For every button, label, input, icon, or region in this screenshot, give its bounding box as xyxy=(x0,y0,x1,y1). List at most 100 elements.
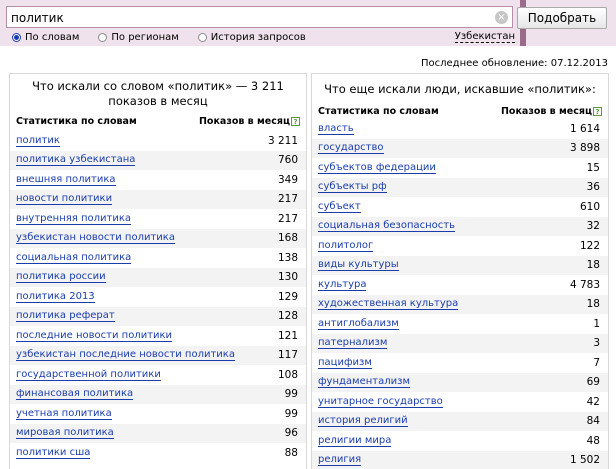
keyword-link[interactable]: религия xyxy=(318,454,362,467)
radio-icon[interactable] xyxy=(197,33,207,42)
show-count: 48 xyxy=(586,434,600,447)
left-rows: политик 3 211 политика узбекистана 760 внешн… xyxy=(10,131,306,463)
col-words-label: Статистика по словам xyxy=(318,105,439,117)
keyword-link[interactable]: последние новости политики xyxy=(16,330,173,342)
show-count: 3 898 xyxy=(569,142,600,155)
keyword-link[interactable]: политик xyxy=(16,135,60,147)
keyword-link[interactable]: государственной политики xyxy=(16,369,161,381)
table-row: политика россии 130 xyxy=(10,267,306,287)
keyword-link[interactable]: государство xyxy=(318,142,384,155)
keyword-link[interactable]: финансовая политика xyxy=(16,388,134,401)
keyword-link[interactable]: политолог xyxy=(318,240,374,252)
show-count: 122 xyxy=(579,239,600,252)
keyword-link[interactable]: виды культуры xyxy=(318,259,399,272)
help-icon[interactable]: ? xyxy=(593,106,602,116)
keyword-link[interactable]: узбекистан последние новости политика xyxy=(16,349,235,362)
right-rows: власть 1 614 государство 3 898 субъектов фед… xyxy=(312,119,608,469)
keyword-link[interactable]: внутренняя политика xyxy=(16,213,131,225)
help-icon[interactable]: ? xyxy=(291,116,300,126)
col-shows: Показов в месяц? xyxy=(199,116,300,127)
table-row: власть 1 614 xyxy=(312,119,608,139)
show-count: 138 xyxy=(277,251,298,264)
last-updated: Последнее обновление: 07.12.2013 xyxy=(421,58,608,69)
keyword-link[interactable]: художественная культура xyxy=(318,298,459,311)
table-row: внешняя политика 349 xyxy=(10,170,306,190)
show-count: 32 xyxy=(586,220,600,233)
table-row: виды культуры 18 xyxy=(312,255,608,275)
show-count: 1 614 xyxy=(569,122,600,135)
table-row: субъект 610 xyxy=(312,197,608,217)
keyword-link[interactable]: мировая политика xyxy=(16,427,114,440)
keyword-link[interactable]: антиглобализм xyxy=(318,318,399,330)
table-row: субъектов федерации 15 xyxy=(312,158,608,178)
keyword-link[interactable]: внешняя политика xyxy=(16,174,116,186)
keyword-link[interactable]: религии мира xyxy=(318,435,392,447)
mode-by-words[interactable]: По словам xyxy=(12,32,79,43)
keyword-link[interactable]: субъект xyxy=(318,201,361,213)
keyword-link[interactable]: фундаментализм xyxy=(318,376,410,389)
keyword-link[interactable]: политика россии xyxy=(16,271,106,284)
show-count: 130 xyxy=(277,271,298,284)
show-count: 99 xyxy=(284,407,298,420)
keyword-link[interactable]: история религий xyxy=(318,415,408,428)
table-row: государственной политики 108 xyxy=(10,365,306,385)
panel-title: Что еще искали люди, искавшие «политик»: xyxy=(324,82,596,96)
keyword-link[interactable]: узбекистан новости политика xyxy=(16,232,175,245)
show-count: 117 xyxy=(277,349,298,362)
keyword-link[interactable]: социальная безопасность xyxy=(318,220,455,233)
show-count: 349 xyxy=(277,173,298,186)
col-shows-label: Показов в месяц xyxy=(500,105,592,117)
show-count: 1 xyxy=(593,317,600,330)
table-row: новости политики 217 xyxy=(10,189,306,209)
keyword-link[interactable]: субъекты рф xyxy=(318,181,387,194)
keyword-link[interactable]: социальная политика xyxy=(16,252,132,264)
keyword-link[interactable]: культура xyxy=(318,279,367,291)
search-mode-options: По словам По регионам История запросов xyxy=(12,31,325,44)
radio-icon[interactable] xyxy=(98,33,108,42)
region-selector[interactable]: Узбекистан xyxy=(454,31,515,43)
keyword-link[interactable]: пацифизм xyxy=(318,357,372,369)
show-count: 84 xyxy=(586,415,600,428)
table-row: политики сша 88 xyxy=(10,443,306,463)
keyword-link[interactable]: политики сша xyxy=(16,447,91,459)
keyword-link[interactable]: политика 2013 xyxy=(16,291,95,303)
show-count: 99 xyxy=(284,388,298,401)
radio-checked-icon[interactable] xyxy=(12,33,21,42)
show-count: 610 xyxy=(579,200,600,213)
table-row: политика 2013 129 xyxy=(10,287,306,307)
table-row: узбекистан последние новости политика 117 xyxy=(10,345,306,365)
keyword-link[interactable]: учетная политика xyxy=(16,408,112,420)
keyword-link[interactable]: субъектов федерации xyxy=(318,162,436,174)
left-panel: Что искали со словом «политик» — 3 211 п… xyxy=(9,73,307,469)
table-row: мировая политика 96 xyxy=(10,423,306,443)
mode-label: История запросов xyxy=(210,32,306,43)
keyword-link[interactable]: политика реферат xyxy=(16,310,115,323)
keyword-link[interactable]: новости политики xyxy=(16,193,113,206)
column-header: Статистика по словам Показов в месяц? xyxy=(10,111,306,131)
table-row: узбекистан новости политика 168 xyxy=(10,228,306,248)
show-count: 1 502 xyxy=(569,454,600,467)
table-row: художественная культура 18 xyxy=(312,294,608,314)
search-button[interactable]: Подобрать xyxy=(517,7,607,29)
keyword-link[interactable]: унитарное государство xyxy=(318,396,443,408)
show-count: 108 xyxy=(277,368,298,381)
table-row: политика узбекистана 760 xyxy=(10,150,306,170)
table-row: политика реферат 128 xyxy=(10,306,306,326)
table-row: государство 3 898 xyxy=(312,138,608,158)
table-row: пацифизм 7 xyxy=(312,353,608,373)
mode-history[interactable]: История запросов xyxy=(197,32,306,43)
show-count: 69 xyxy=(586,376,600,389)
search-box: × xyxy=(6,6,513,28)
table-row: антиглобализм 1 xyxy=(312,314,608,334)
table-row: унитарное государство 42 xyxy=(312,392,608,412)
col-shows: Показов в месяц? xyxy=(501,106,602,117)
mode-by-regions[interactable]: По регионам xyxy=(98,32,179,43)
show-count: 88 xyxy=(284,446,298,459)
right-panel: Что еще искали люди, искавшие «политик»:… xyxy=(311,73,609,469)
clear-icon[interactable]: × xyxy=(495,11,508,24)
keyword-link[interactable]: политика узбекистана xyxy=(16,154,136,167)
show-count: 36 xyxy=(586,181,600,194)
keyword-link[interactable]: патернализм xyxy=(318,337,388,350)
keyword-link[interactable]: власть xyxy=(318,123,354,135)
search-input[interactable] xyxy=(11,9,491,26)
